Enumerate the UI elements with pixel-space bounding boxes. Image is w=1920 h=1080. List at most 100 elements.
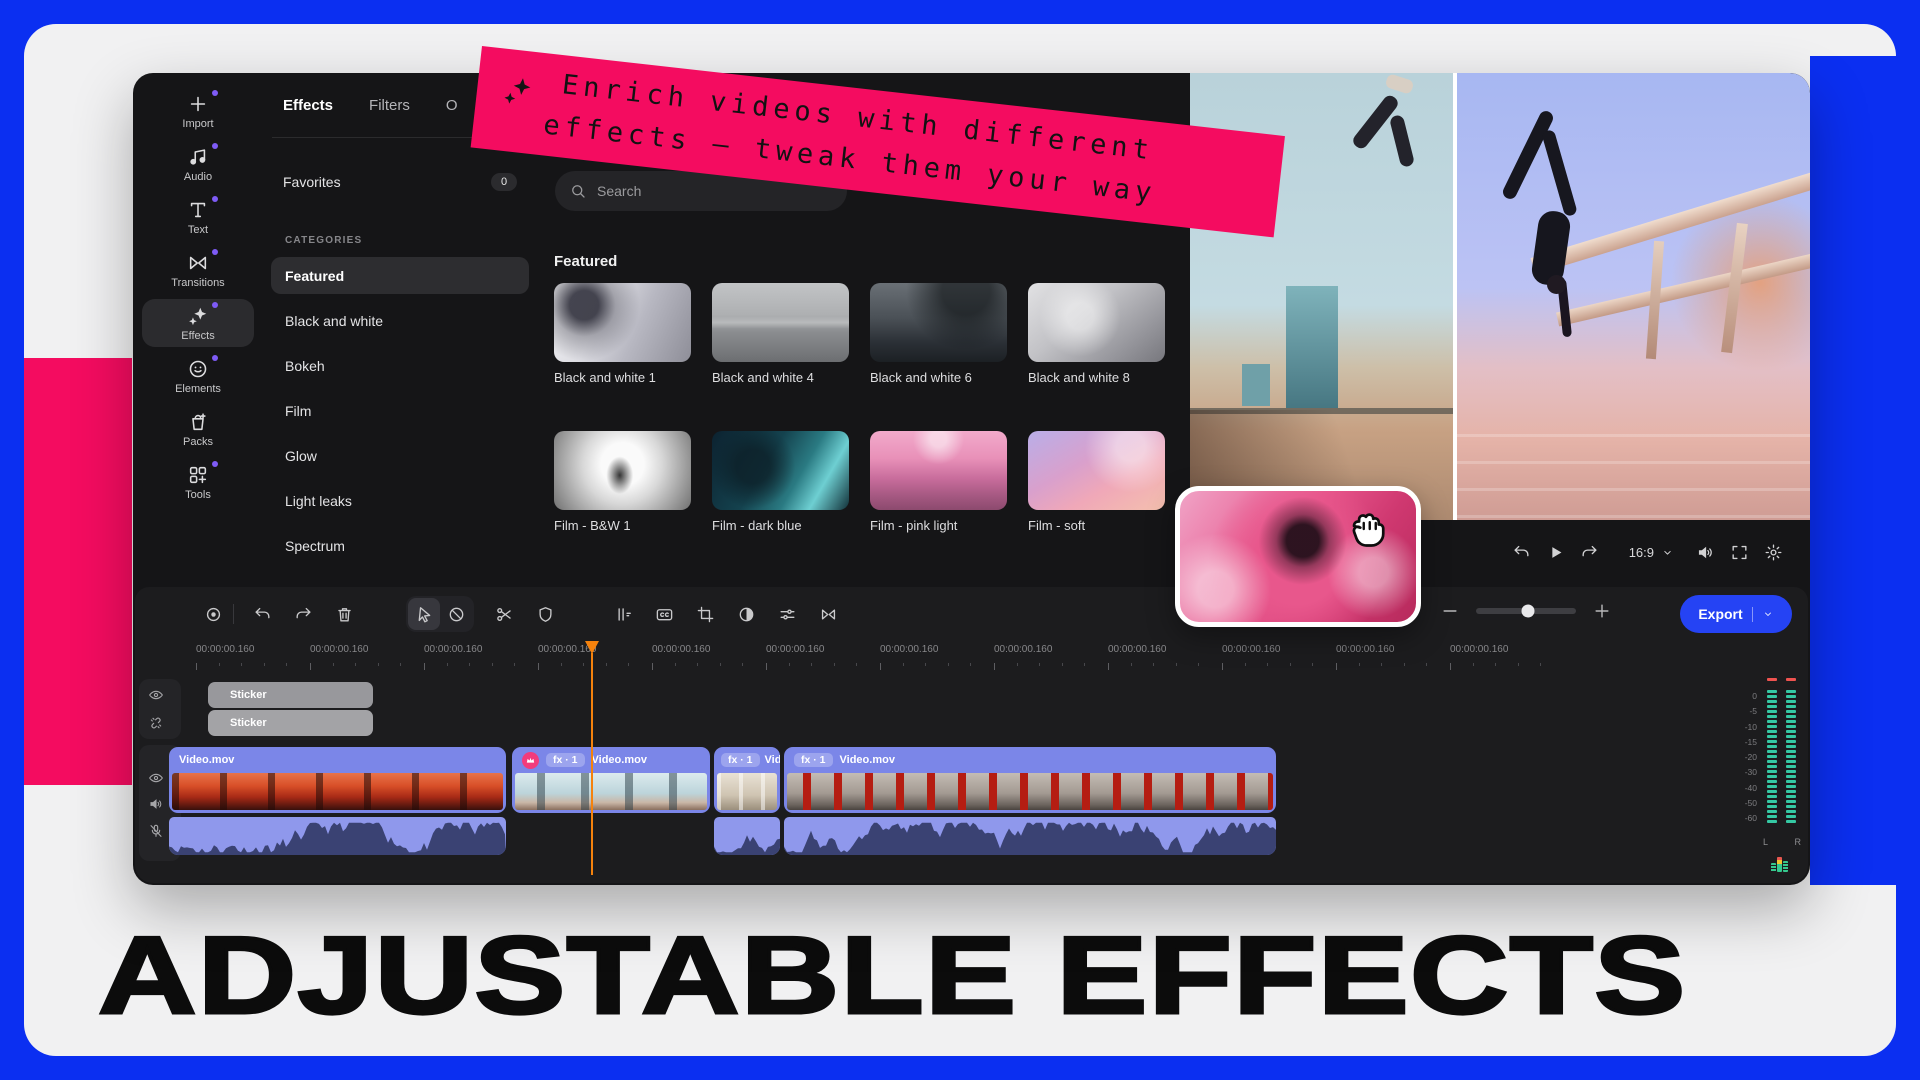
category-bokeh[interactable]: Bokeh (271, 347, 529, 384)
timeline-clip-video-1[interactable]: Video.mov (169, 747, 506, 813)
fullscreen-button[interactable] (1722, 536, 1756, 570)
category-black-and-white[interactable]: Black and white (271, 302, 529, 339)
search-input[interactable] (597, 183, 833, 199)
effect-thumbnail[interactable] (554, 431, 691, 510)
effect-thumbnail[interactable] (712, 431, 849, 510)
effect-thumbnail[interactable] (870, 283, 1007, 362)
zoom-slider[interactable] (1476, 608, 1576, 614)
sidebar-item-audio[interactable]: Audio (142, 140, 254, 188)
effect-card[interactable]: Film - B&W 1 (554, 431, 691, 533)
effect-thumbnail[interactable] (870, 431, 1007, 510)
clip-filmstrip (787, 773, 1273, 810)
undo-button[interactable] (1505, 536, 1539, 570)
audio-level-meters: 0-5-10-15-20-30-40-50-60 L R (1731, 671, 1808, 883)
redo-button[interactable] (1573, 536, 1607, 570)
tab-o[interactable]: O (446, 97, 458, 114)
sparkle-icon (501, 72, 535, 109)
sidebar-item-tools[interactable]: Tools (142, 458, 254, 506)
export-button[interactable]: Export (1680, 595, 1792, 633)
ruler-cell: 00:00:00.160 (1108, 639, 1222, 671)
effect-thumbnail[interactable] (1028, 283, 1165, 362)
eye-icon[interactable] (148, 770, 164, 786)
effect-card[interactable]: Black and white 6 (870, 283, 1007, 385)
unlink-icon[interactable] (148, 715, 164, 731)
effect-thumbnail[interactable] (1028, 431, 1165, 510)
audio-meter-icon[interactable] (1771, 857, 1788, 872)
play-button[interactable] (1539, 536, 1573, 570)
effect-card[interactable]: Black and white 4 (712, 283, 849, 385)
undo-button[interactable] (246, 598, 278, 630)
timeline-ruler[interactable]: 00:00:00.160 00:00:00.160 00:00:00.160 0… (196, 639, 1616, 671)
playhead-line[interactable] (591, 653, 593, 875)
zoom-out-button[interactable] (1440, 601, 1460, 621)
timeline-toolbar (197, 595, 853, 633)
sticker-clip[interactable]: Sticker (208, 682, 373, 708)
sidebar-item-import[interactable]: Import (142, 87, 254, 135)
clip-audio-waveform[interactable] (714, 817, 780, 855)
clip-audio-waveform[interactable] (784, 817, 1276, 855)
transition-button[interactable] (812, 598, 844, 630)
effect-card[interactable]: Film - dark blue (712, 431, 849, 533)
settings-button[interactable] (1756, 536, 1790, 570)
sidebar-item-packs[interactable]: Packs (142, 405, 254, 453)
effect-card[interactable]: Black and white 1 (554, 283, 691, 385)
favorites-label: Favorites (283, 174, 341, 190)
sidebar-item-text[interactable]: Text (142, 193, 254, 241)
speaker-icon[interactable] (148, 796, 164, 812)
timeline-clip-video-4[interactable]: fx · 1 Video.mov (784, 747, 1276, 813)
zoom-in-button[interactable] (1592, 601, 1612, 621)
categories-title: CATEGORIES (285, 235, 362, 246)
poster-headline: ADJUSTABLE EFFECTS (98, 912, 1686, 1039)
chevron-down-icon[interactable] (1762, 608, 1774, 620)
effect-card[interactable]: Film - soft (1028, 431, 1165, 533)
effect-card[interactable]: Black and white 8 (1028, 283, 1165, 385)
category-light-leaks[interactable]: Light leaks (271, 482, 529, 519)
record-button[interactable] (197, 598, 229, 630)
eye-icon[interactable] (148, 687, 164, 703)
captions-button[interactable] (648, 598, 680, 630)
adjust-button[interactable] (771, 598, 803, 630)
preview-frame-right (1457, 73, 1810, 520)
contrast-button[interactable] (730, 598, 762, 630)
favorites-row[interactable]: Favorites 0 (271, 167, 529, 197)
disable-tool-button[interactable] (440, 598, 472, 630)
crop-button[interactable] (689, 598, 721, 630)
effect-thumbnail[interactable] (712, 283, 849, 362)
sidebar-item-elements[interactable]: Elements (142, 352, 254, 400)
split-scissors-button[interactable] (488, 598, 520, 630)
effect-card[interactable]: Film - pink light (870, 431, 1007, 533)
volume-button[interactable] (1688, 536, 1722, 570)
notification-dot (212, 461, 218, 467)
select-tool-button[interactable] (408, 598, 440, 630)
timeline-clip-video-2[interactable]: fx · 1 Video.mov (512, 747, 710, 813)
tab-filters[interactable]: Filters (369, 97, 410, 114)
category-spectrum[interactable]: Spectrum (271, 527, 529, 564)
clip-audio-waveform[interactable] (169, 817, 506, 855)
effect-thumbnail[interactable] (554, 283, 691, 362)
category-glow[interactable]: Glow (271, 437, 529, 474)
category-featured[interactable]: Featured (271, 257, 529, 294)
sidebar-item-effects[interactable]: Effects (142, 299, 254, 347)
audio-levels-button[interactable] (607, 598, 639, 630)
redo-button[interactable] (287, 598, 319, 630)
ruler-cell: 00:00:00.160 (652, 639, 766, 671)
meter-right-label: R (1795, 837, 1802, 847)
zoom-slider-handle[interactable] (1522, 605, 1535, 618)
ruler-cell: 00:00:00.160 (994, 639, 1108, 671)
dragged-effect-preview-card[interactable] (1175, 486, 1421, 627)
meter-scale-labels: 0-5-10-15-20-30-40-50-60 (1731, 691, 1757, 823)
ruler-cell: 00:00:00.160 (880, 639, 994, 671)
sticker-clip[interactable]: Sticker (208, 710, 373, 736)
tab-effects[interactable]: Effects (283, 97, 333, 114)
clip-label: Video.mov (840, 754, 895, 766)
timeline-clip-video-3[interactable]: fx · 1 Vid (714, 747, 780, 813)
shield-button[interactable] (529, 598, 561, 630)
aspect-ratio-select[interactable]: 16:9 (1629, 545, 1674, 560)
mic-muted-icon[interactable] (148, 823, 164, 839)
favorites-count-badge: 0 (491, 173, 517, 191)
notification-dot (212, 143, 218, 149)
fx-badge: fx · 1 (546, 753, 585, 767)
category-film[interactable]: Film (271, 392, 529, 429)
delete-button[interactable] (328, 598, 360, 630)
sidebar-item-transitions[interactable]: Transitions (142, 246, 254, 294)
